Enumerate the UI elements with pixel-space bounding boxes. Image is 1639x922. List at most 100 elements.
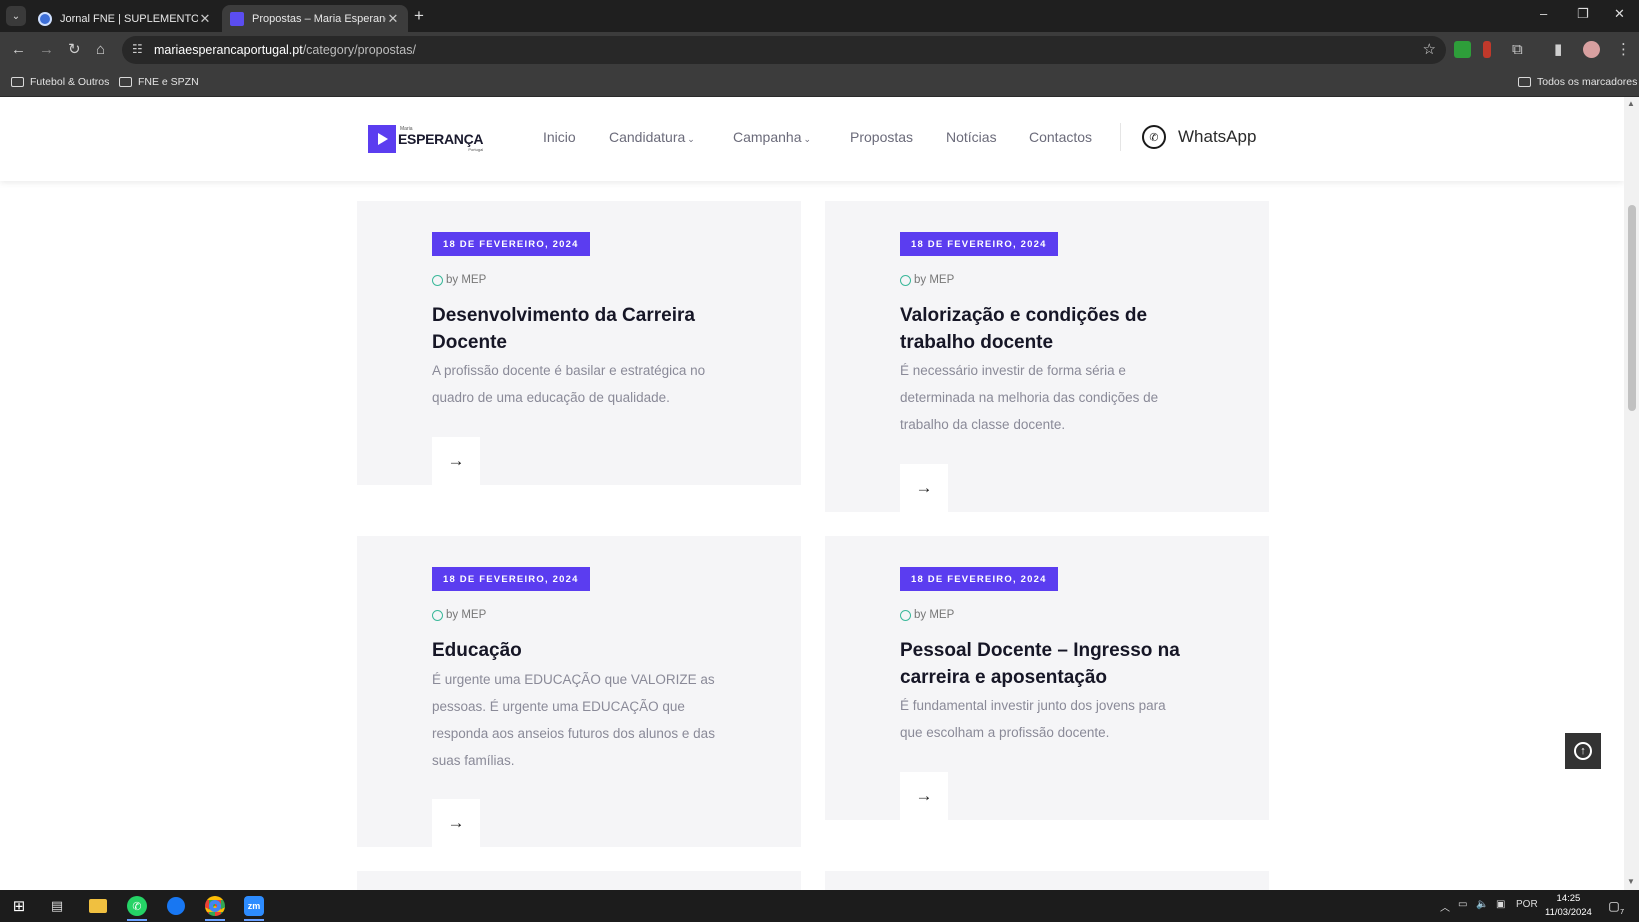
date-badge[interactable]: 18 DE FEVEREIRO, 2024 [900,567,1058,591]
post-title[interactable]: Pessoal Docente – Ingresso na carreira e… [900,637,1200,691]
forward-icon[interactable]: → [39,41,54,59]
whatsapp-app-icon[interactable]: ✆ [125,894,149,921]
nav-divider [1120,123,1121,151]
clock-time: 14:25 [1556,893,1581,904]
read-more-button[interactable]: → [900,464,948,512]
tab-propostas[interactable]: Propostas – Maria Esperança ✕ [222,5,408,32]
clock[interactable]: 14:25 11/03/2024 [1545,892,1592,920]
post-title[interactable]: Valorização e condições de trabalho doce… [900,302,1200,356]
tab-search-button[interactable]: ⌄ [6,6,26,26]
address-bar[interactable]: ☷ mariaesperancaportugal.pt/category/pro… [122,36,1446,64]
scrollbar-thumb[interactable] [1628,205,1636,411]
profile-avatar[interactable] [1583,41,1600,58]
extension-icon[interactable] [1454,41,1471,58]
post-excerpt: A profissão docente é basilar e estratég… [432,363,706,405]
date-badge[interactable]: 18 DE FEVEREIRO, 2024 [432,567,590,591]
page-viewport: Maria ESPERANÇA Portugal Inicio Candidat… [0,97,1624,890]
bookmark-folder[interactable]: FNE e SPZN [119,76,199,88]
puzzle-icon[interactable]: ⧉ [1512,41,1523,59]
clock-date: 11/03/2024 [1545,907,1592,918]
whatsapp-link[interactable]: ✆ WhatsApp [1142,125,1256,149]
close-window-icon[interactable]: ✕ [1614,6,1625,22]
chrome-app-icon[interactable] [203,894,227,921]
page-scrollbar[interactable]: ▲ ▼ [1624,97,1639,890]
post-excerpt: É necessário investir de forma séria e d… [900,363,1159,432]
tray-chevron-icon[interactable]: ︿ [1440,899,1450,914]
all-bookmarks[interactable]: Todos os marcadores [1518,76,1637,88]
read-more-button[interactable]: → [900,772,948,820]
zoom-app-icon[interactable]: zm [242,894,266,921]
site-logo[interactable]: Maria ESPERANÇA Portugal [368,125,484,153]
bookmark-label: FNE e SPZN [138,76,199,88]
extension-icon[interactable] [1483,41,1491,58]
nav-noticias[interactable]: Notícias [946,129,997,145]
nav-label: Propostas [850,129,914,145]
url-path: /category/propostas/ [302,43,416,57]
nav-propostas[interactable]: Propostas [850,129,913,145]
post-author[interactable]: by MEP [432,609,486,621]
post-title[interactable]: Educação [432,637,732,664]
nav-inicio[interactable]: Inicio [543,129,576,145]
file-explorer-icon[interactable] [86,894,110,918]
nav-label: Contactos [1029,129,1093,145]
back-icon[interactable]: ← [11,41,26,59]
post-card: 18 DE FEVEREIRO, 2024 by MEP Valorização… [825,201,1269,512]
folder-icon [1518,77,1531,87]
network-icon[interactable]: ▣ [1496,899,1505,910]
battery-icon[interactable]: ▭ [1458,899,1467,910]
whatsapp-label: WhatsApp [1178,127,1257,146]
nav-label: Candidatura [609,129,686,145]
site-header: Maria ESPERANÇA Portugal Inicio Candidat… [0,97,1624,181]
all-bookmarks-label: Todos os marcadores [1537,76,1638,88]
post-excerpt: É urgente uma EDUCAÇÃO que VALORIZE as p… [432,672,715,768]
scroll-up-icon[interactable]: ▲ [1627,99,1635,108]
read-more-button[interactable]: → [432,799,480,847]
tab-title: Propostas – Maria Esperança [252,12,386,25]
post-card [357,871,801,890]
url-host: mariaesperancaportugal.pt [154,43,303,57]
folder-icon [119,77,132,87]
close-icon[interactable]: ✕ [198,11,212,27]
restore-icon[interactable]: ❐ [1577,6,1589,22]
post-author[interactable]: by MEP [900,609,954,621]
notification-count: 7 [1620,909,1624,916]
new-tab-button[interactable]: + [414,6,424,26]
tab-jornal-fne[interactable]: Jornal FNE | SUPLEMENTO MEP ✕ [30,5,220,32]
whatsapp-icon: ✆ [1142,125,1166,149]
date-badge[interactable]: 18 DE FEVEREIRO, 2024 [432,232,590,256]
nav-campanha[interactable]: Campanha ⌄ [733,129,811,145]
chevron-down-icon: ⌄ [687,134,695,144]
nav-label: Notícias [946,129,997,145]
post-card: 18 DE FEVEREIRO, 2024 by MEP Pessoal Doc… [825,536,1269,820]
menu-icon[interactable]: ⋮ [1616,41,1631,59]
scroll-to-top-button[interactable]: ↑ [1565,733,1601,769]
language-indicator[interactable]: POR [1516,899,1538,910]
author-label: by MEP [446,609,487,621]
chevron-down-icon: ⌄ [803,134,812,144]
nav-contactos[interactable]: Contactos [1029,129,1092,145]
date-badge[interactable]: 18 DE FEVEREIRO, 2024 [900,232,1058,256]
minimize-icon[interactable]: – [1540,6,1547,21]
bookmark-star-icon[interactable]: ☆ [1423,40,1436,58]
read-more-button[interactable]: → [432,437,480,485]
home-icon[interactable]: ⌂ [96,41,105,59]
site-info-icon[interactable]: ☷ [132,42,143,56]
post-title[interactable]: Desenvolvimento da Carreira Docente [432,302,732,356]
windows-start-icon[interactable]: ⊞ [7,894,31,918]
volume-icon[interactable]: 🔈 [1476,899,1488,910]
task-view-icon[interactable]: ▤ [45,894,69,918]
post-author[interactable]: by MEP [900,274,954,286]
play-logo-icon [368,125,396,153]
reload-icon[interactable]: ↻ [68,41,81,59]
tab-favicon [230,11,244,26]
nav-candidatura[interactable]: Candidatura ⌄ [609,129,695,145]
nav-label: Inicio [543,129,576,145]
notifications-icon[interactable]: ▢ 7 [1602,894,1626,918]
close-icon[interactable]: ✕ [386,11,400,27]
author-label: by MEP [914,609,955,621]
bookmark-folder[interactable]: Futebol & Outros [11,76,109,88]
side-panel-icon[interactable]: ▮ [1554,41,1562,59]
scroll-down-icon[interactable]: ▼ [1627,877,1635,886]
post-author[interactable]: by MEP [432,274,486,286]
messenger-app-icon[interactable] [164,894,188,918]
